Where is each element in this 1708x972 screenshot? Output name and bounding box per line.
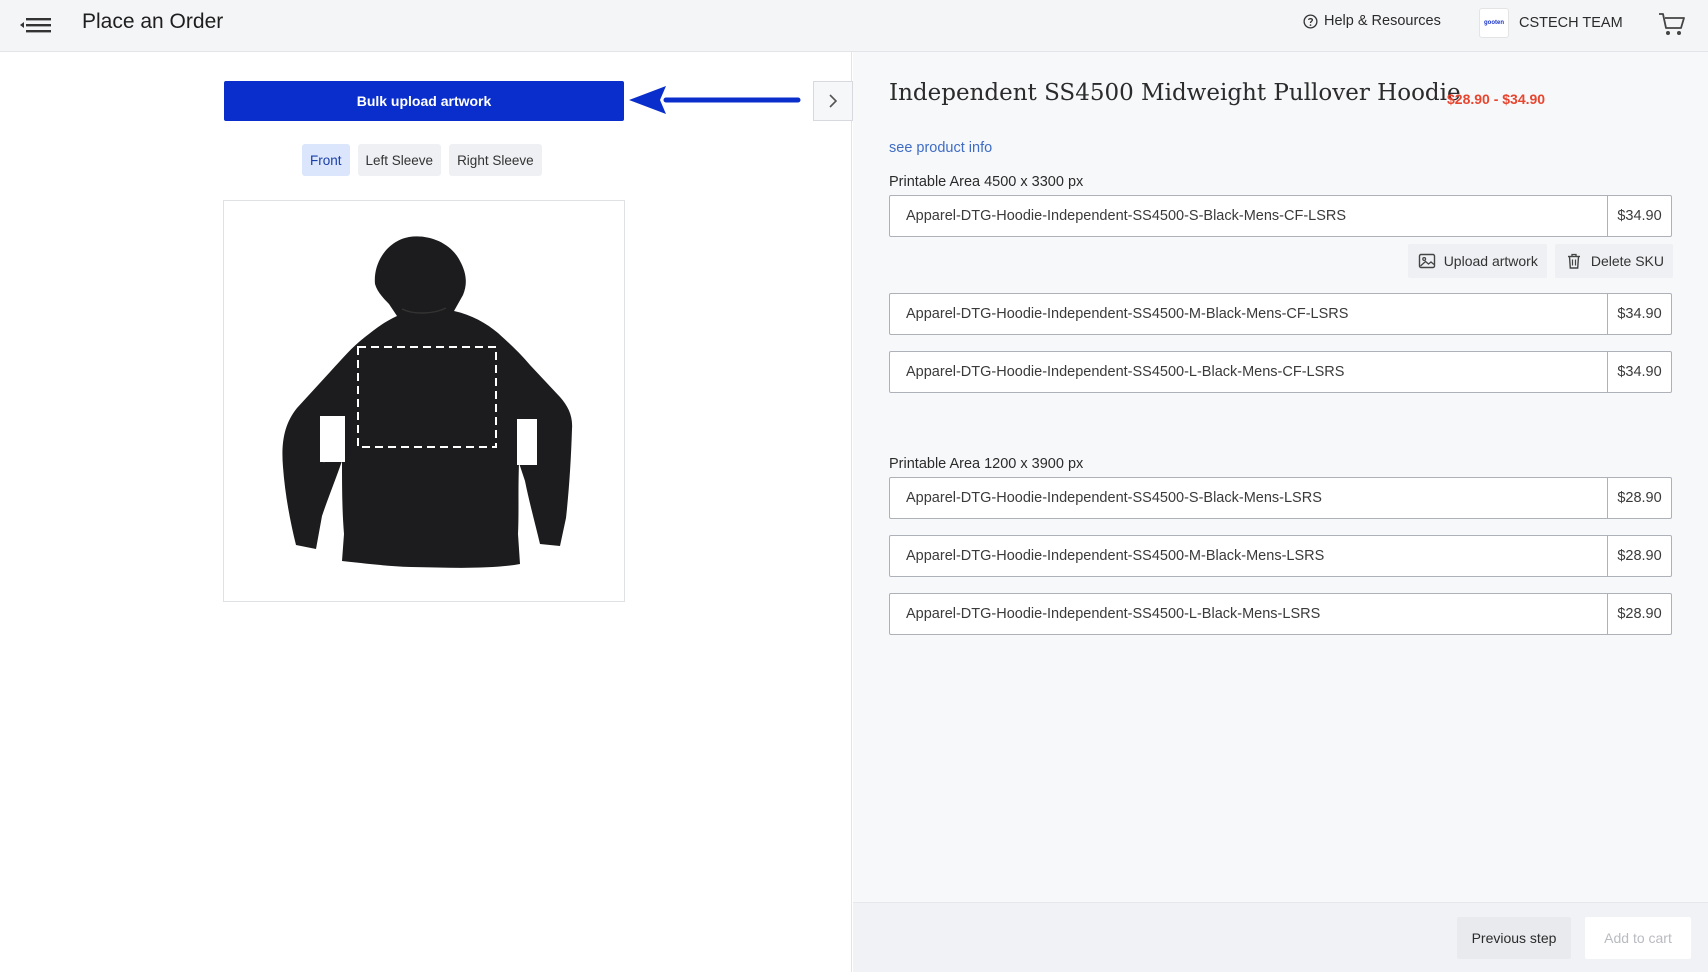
menu-collapse-icon[interactable] <box>18 12 54 38</box>
sku-row[interactable]: Apparel-DTG-Hoodie-Independent-SS4500-S-… <box>889 477 1672 519</box>
team-switcher[interactable]: gooten CSTECH TEAM <box>1479 8 1623 38</box>
sku-name[interactable]: Apparel-DTG-Hoodie-Independent-SS4500-M-… <box>890 294 1607 334</box>
tab-right-sleeve[interactable]: Right Sleeve <box>449 144 542 176</box>
page-title: Place an Order <box>82 10 224 33</box>
trash-icon <box>1567 253 1580 269</box>
sku-row[interactable]: Apparel-DTG-Hoodie-Independent-SS4500-M-… <box>889 293 1672 335</box>
bulk-upload-artwork-button[interactable]: Bulk upload artwork <box>224 81 624 121</box>
view-tabs: Front Left Sleeve Right Sleeve <box>302 144 542 176</box>
hoodie-image <box>282 236 573 568</box>
image-upload-icon <box>1418 253 1435 269</box>
team-logo: gooten <box>1479 8 1509 38</box>
upload-artwork-button[interactable]: Upload artwork <box>1407 244 1547 278</box>
sku-name[interactable]: Apparel-DTG-Hoodie-Independent-SS4500-L-… <box>890 352 1607 392</box>
tab-left-sleeve[interactable]: Left Sleeve <box>357 144 442 176</box>
printable-area-label: Printable Area 1200 x 3900 px <box>889 456 1084 472</box>
sku-actions: Upload artwork Delete SKU <box>1407 244 1673 278</box>
annotation-arrow <box>629 86 801 114</box>
previous-step-button[interactable]: Previous step <box>1457 917 1571 959</box>
printable-area-label: Printable Area 4500 x 3300 px <box>889 174 1084 190</box>
product-preview <box>223 200 625 602</box>
product-title: Independent SS4500 Midweight Pullover Ho… <box>889 80 1461 106</box>
sku-price: $28.90 <box>1607 536 1671 576</box>
see-product-info-link[interactable]: see product info <box>889 140 992 156</box>
sku-price: $34.90 <box>1607 294 1671 334</box>
design-panel: Bulk upload artwork Front Left Sleeve Ri… <box>0 52 853 972</box>
next-view-button[interactable] <box>813 81 853 121</box>
sku-name[interactable]: Apparel-DTG-Hoodie-Independent-SS4500-L-… <box>890 594 1607 634</box>
help-label: Help & Resources <box>1324 13 1441 29</box>
sku-price: $28.90 <box>1607 594 1671 634</box>
price-range: $28.90 - $34.90 <box>1447 91 1546 107</box>
upload-artwork-label: Upload artwork <box>1443 253 1538 269</box>
cart-icon[interactable] <box>1658 11 1686 37</box>
sku-panel: Independent SS4500 Midweight Pullover Ho… <box>853 52 1708 972</box>
sku-name[interactable]: Apparel-DTG-Hoodie-Independent-SS4500-S-… <box>890 478 1607 518</box>
delete-sku-button[interactable]: Delete SKU <box>1554 244 1673 278</box>
sku-price: $34.90 <box>1607 196 1671 236</box>
add-to-cart-button[interactable]: Add to cart <box>1585 917 1691 959</box>
sku-price: $28.90 <box>1607 478 1671 518</box>
help-resources-link[interactable]: Help & Resources <box>1303 13 1441 29</box>
footer-actions: Previous step Add to cart <box>853 902 1708 972</box>
top-bar: Place an Order Help & Resources gooten C… <box>0 0 1708 52</box>
sku-name[interactable]: Apparel-DTG-Hoodie-Independent-SS4500-M-… <box>890 536 1607 576</box>
sku-row[interactable]: Apparel-DTG-Hoodie-Independent-SS4500-M-… <box>889 535 1672 577</box>
delete-sku-label: Delete SKU <box>1590 253 1664 269</box>
sku-name[interactable]: Apparel-DTG-Hoodie-Independent-SS4500-S-… <box>890 196 1607 236</box>
team-name: CSTECH TEAM <box>1519 15 1623 31</box>
help-circle-icon <box>1303 13 1318 29</box>
tab-front[interactable]: Front <box>302 144 350 176</box>
sku-row[interactable]: Apparel-DTG-Hoodie-Independent-SS4500-L-… <box>889 593 1672 635</box>
sku-row[interactable]: Apparel-DTG-Hoodie-Independent-SS4500-S-… <box>889 195 1672 237</box>
sku-price: $34.90 <box>1607 352 1671 392</box>
sku-row[interactable]: Apparel-DTG-Hoodie-Independent-SS4500-L-… <box>889 351 1672 393</box>
chevron-right-icon <box>829 94 838 108</box>
